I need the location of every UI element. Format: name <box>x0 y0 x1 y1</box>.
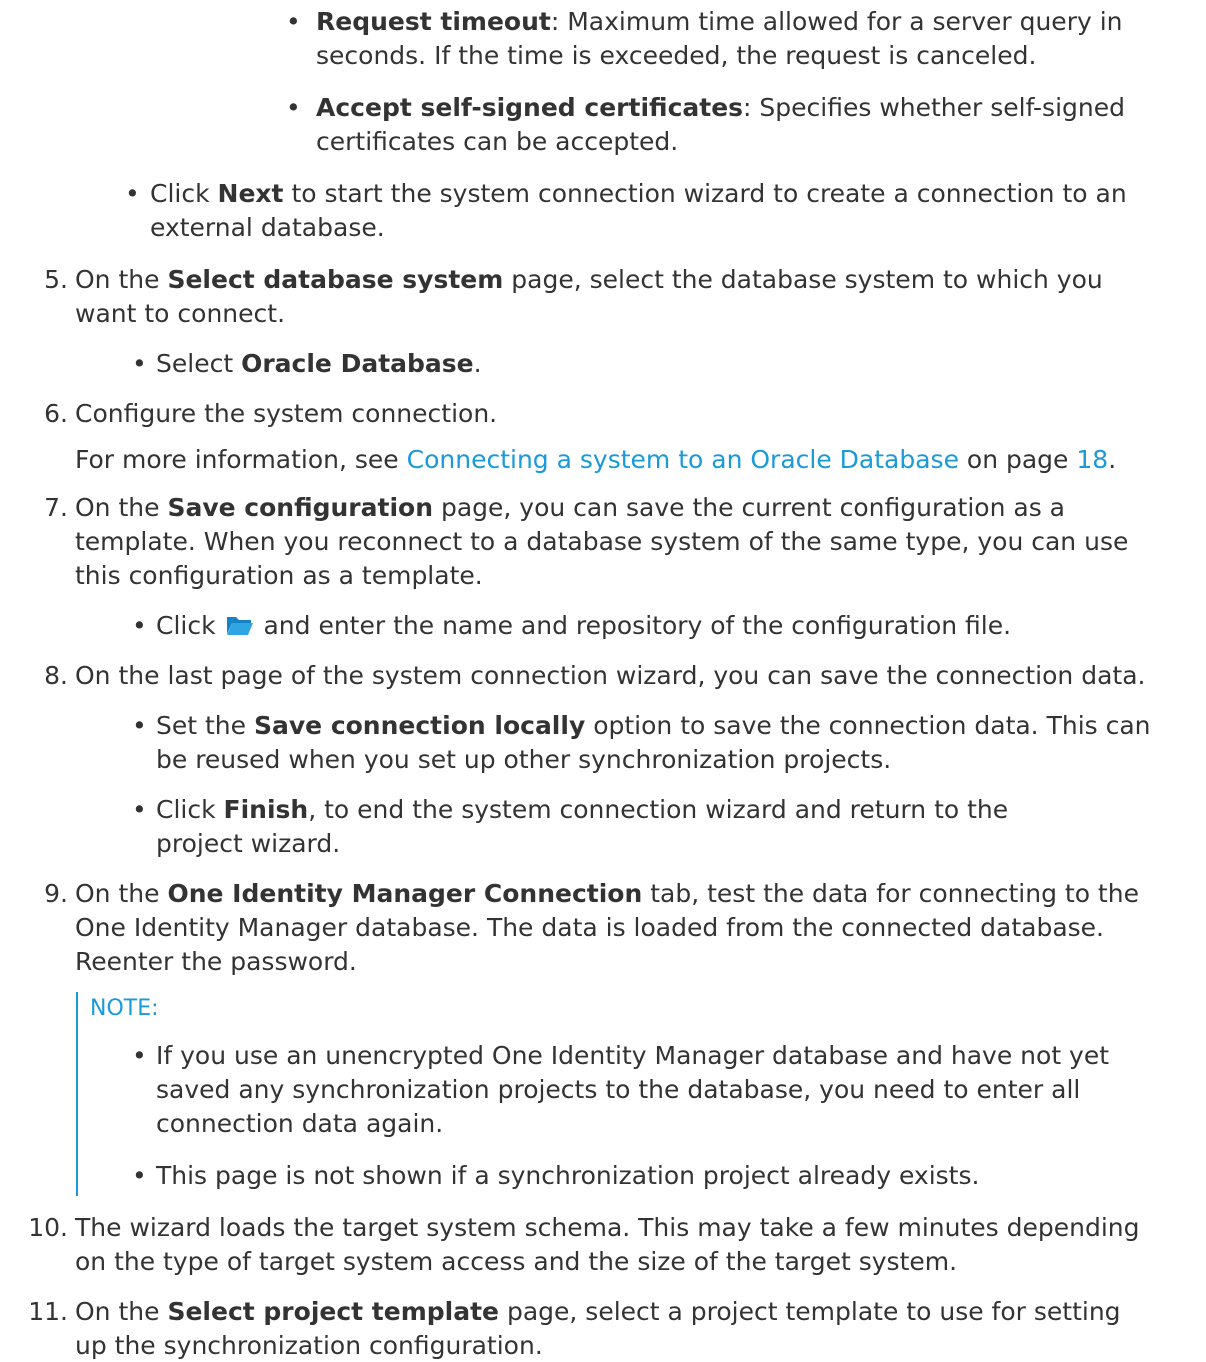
bullet-save-locally: Set the Save connection locally option t… <box>156 711 1151 740</box>
step-9-text: On the One Identity Manager Connection t… <box>75 879 1139 908</box>
step-7-text: On the Save configuration page, you can … <box>75 493 1065 522</box>
step-number: 8. <box>44 661 68 690</box>
step-text-line: on the type of target system access and … <box>75 1247 958 1276</box>
bullet-dot: • <box>132 1161 147 1190</box>
bullet-dot: • <box>286 93 301 122</box>
note-bullet-2: This page is not shown if a synchronizat… <box>156 1161 980 1190</box>
step-number: 7. <box>44 493 68 522</box>
bullet-dot: • <box>286 7 301 36</box>
step-text-line: this configuration as a template. <box>75 561 483 590</box>
bullet-dot: • <box>132 711 147 740</box>
bullet-text-line: be reused when you set up other synchron… <box>156 745 892 774</box>
step-number: 6. <box>44 399 68 428</box>
bullet-dot: • <box>132 349 147 378</box>
step-5-text: On the Select database system page, sele… <box>75 265 1103 294</box>
note-text-line: saved any synchronization projects to th… <box>156 1075 1081 1104</box>
bullet-select-oracle: Select Oracle Database. <box>156 349 482 378</box>
step-number: 10. <box>28 1213 68 1242</box>
more-info-line: For more information, see Connecting a s… <box>75 445 1117 474</box>
step-number: 9. <box>44 879 68 908</box>
step-11-text: On the Select project template page, sel… <box>75 1297 1121 1326</box>
bullet-click-folder: Click and enter the name and repository … <box>156 611 1012 640</box>
bullet-text-line: seconds. If the time is exceeded, the re… <box>316 41 1037 70</box>
note-bullet-1: If you use an unencrypted One Identity M… <box>156 1041 1110 1070</box>
step-6-text: Configure the system connection. <box>75 399 498 428</box>
bullet-text-line: certificates can be accepted. <box>316 127 679 156</box>
step-text-line: up the synchronization configuration. <box>75 1331 543 1360</box>
step-text-line: One Identity Manager database. The data … <box>75 913 1104 942</box>
bullet-text-line: external database. <box>150 213 385 242</box>
bullet-dot: • <box>125 179 140 208</box>
bullet-text-line: project wizard. <box>156 829 341 858</box>
page-link[interactable]: 18 <box>1076 445 1108 474</box>
bullet-click-next: Click Next to start the system connectio… <box>150 179 1127 208</box>
step-text-line: template. When you reconnect to a databa… <box>75 527 1129 556</box>
step-10-text: The wizard loads the target system schem… <box>75 1213 1140 1242</box>
bullet-dot: • <box>132 795 147 824</box>
step-text-line: Reenter the password. <box>75 947 357 976</box>
bullet-click-finish: Click Finish, to end the system connecti… <box>156 795 1009 824</box>
step-text-line: want to connect. <box>75 299 286 328</box>
folder-open-icon[interactable] <box>226 614 254 636</box>
bullet-dot: • <box>132 611 147 640</box>
step-number: 5. <box>44 265 68 294</box>
oracle-connection-link[interactable]: Connecting a system to an Oracle Databas… <box>407 445 959 474</box>
note-label: NOTE: <box>90 996 159 1021</box>
bullet-accept-certificates: Accept self-signed certificates: Specifi… <box>316 93 1125 122</box>
bullet-request-timeout: Request timeout: Maximum time allowed fo… <box>316 7 1123 36</box>
note-border <box>76 992 78 1196</box>
step-number: 11. <box>28 1297 68 1326</box>
step-8-text: On the last page of the system connectio… <box>75 661 1146 690</box>
bullet-dot: • <box>132 1041 147 1070</box>
note-text-line: connection data again. <box>156 1109 444 1138</box>
